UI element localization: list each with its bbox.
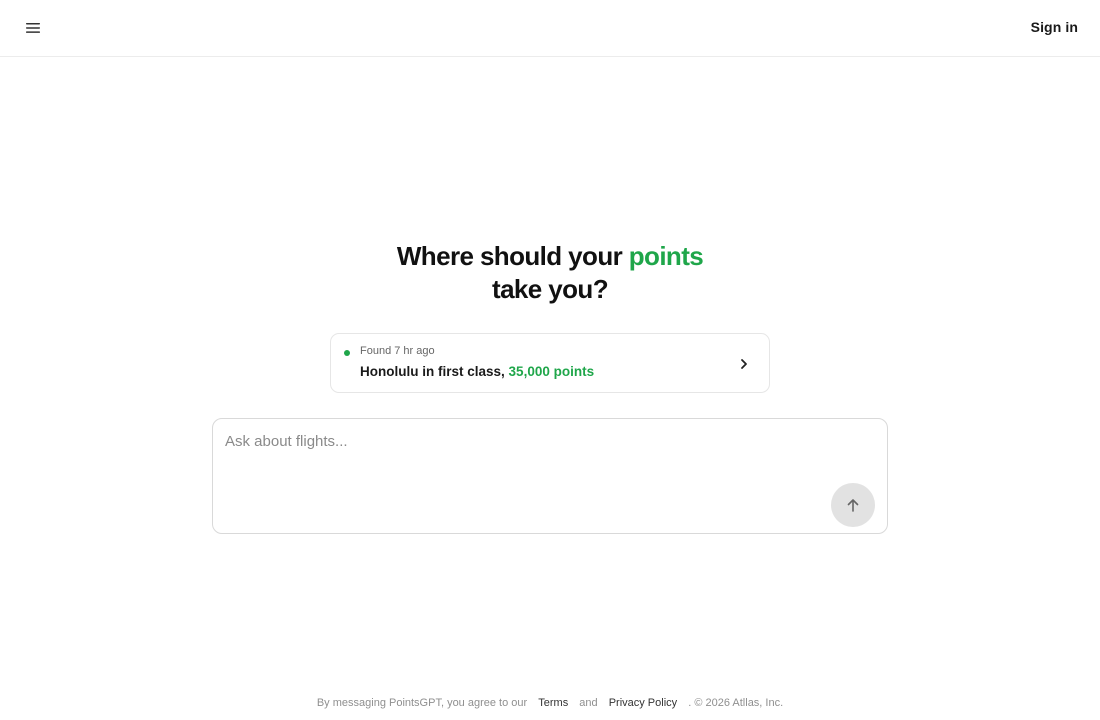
message-input[interactable] (225, 433, 825, 493)
page-title: Where should your points take you? (0, 240, 1100, 306)
title-part-2: take you? (492, 274, 609, 304)
message-composer (212, 418, 888, 534)
footer-prefix: By messaging PointsGPT, you agree to our (316, 697, 528, 709)
send-button[interactable] (831, 483, 875, 527)
top-bar: Sign in (0, 0, 1100, 57)
chevron-right-icon (741, 359, 747, 369)
title-accent: points (628, 241, 704, 271)
status-dot (344, 350, 350, 356)
deal-points: 35,000 points (508, 364, 595, 379)
privacy-policy-link[interactable]: Privacy Policy (609, 697, 677, 709)
title-part-1: Where should your (396, 241, 623, 271)
deal-title: Honolulu in first class, 35,000 points (360, 364, 594, 379)
footer-and: and (579, 697, 598, 709)
deal-status: Found 7 hr ago (360, 345, 435, 357)
arrow-up-icon (847, 499, 859, 512)
deal-card[interactable]: Found 7 hr ago Honolulu in first class, … (330, 333, 770, 393)
terms-link[interactable]: Terms (538, 697, 568, 709)
footer-copyright: . © 2026 Atllas, Inc. (688, 697, 784, 709)
sign-in-button[interactable]: Sign in (1031, 19, 1078, 35)
deal-route: Honolulu in first class, (360, 364, 505, 379)
footer: By messaging PointsGPT, you agree to our… (0, 697, 1100, 709)
hamburger-menu-icon[interactable] (22, 17, 44, 39)
